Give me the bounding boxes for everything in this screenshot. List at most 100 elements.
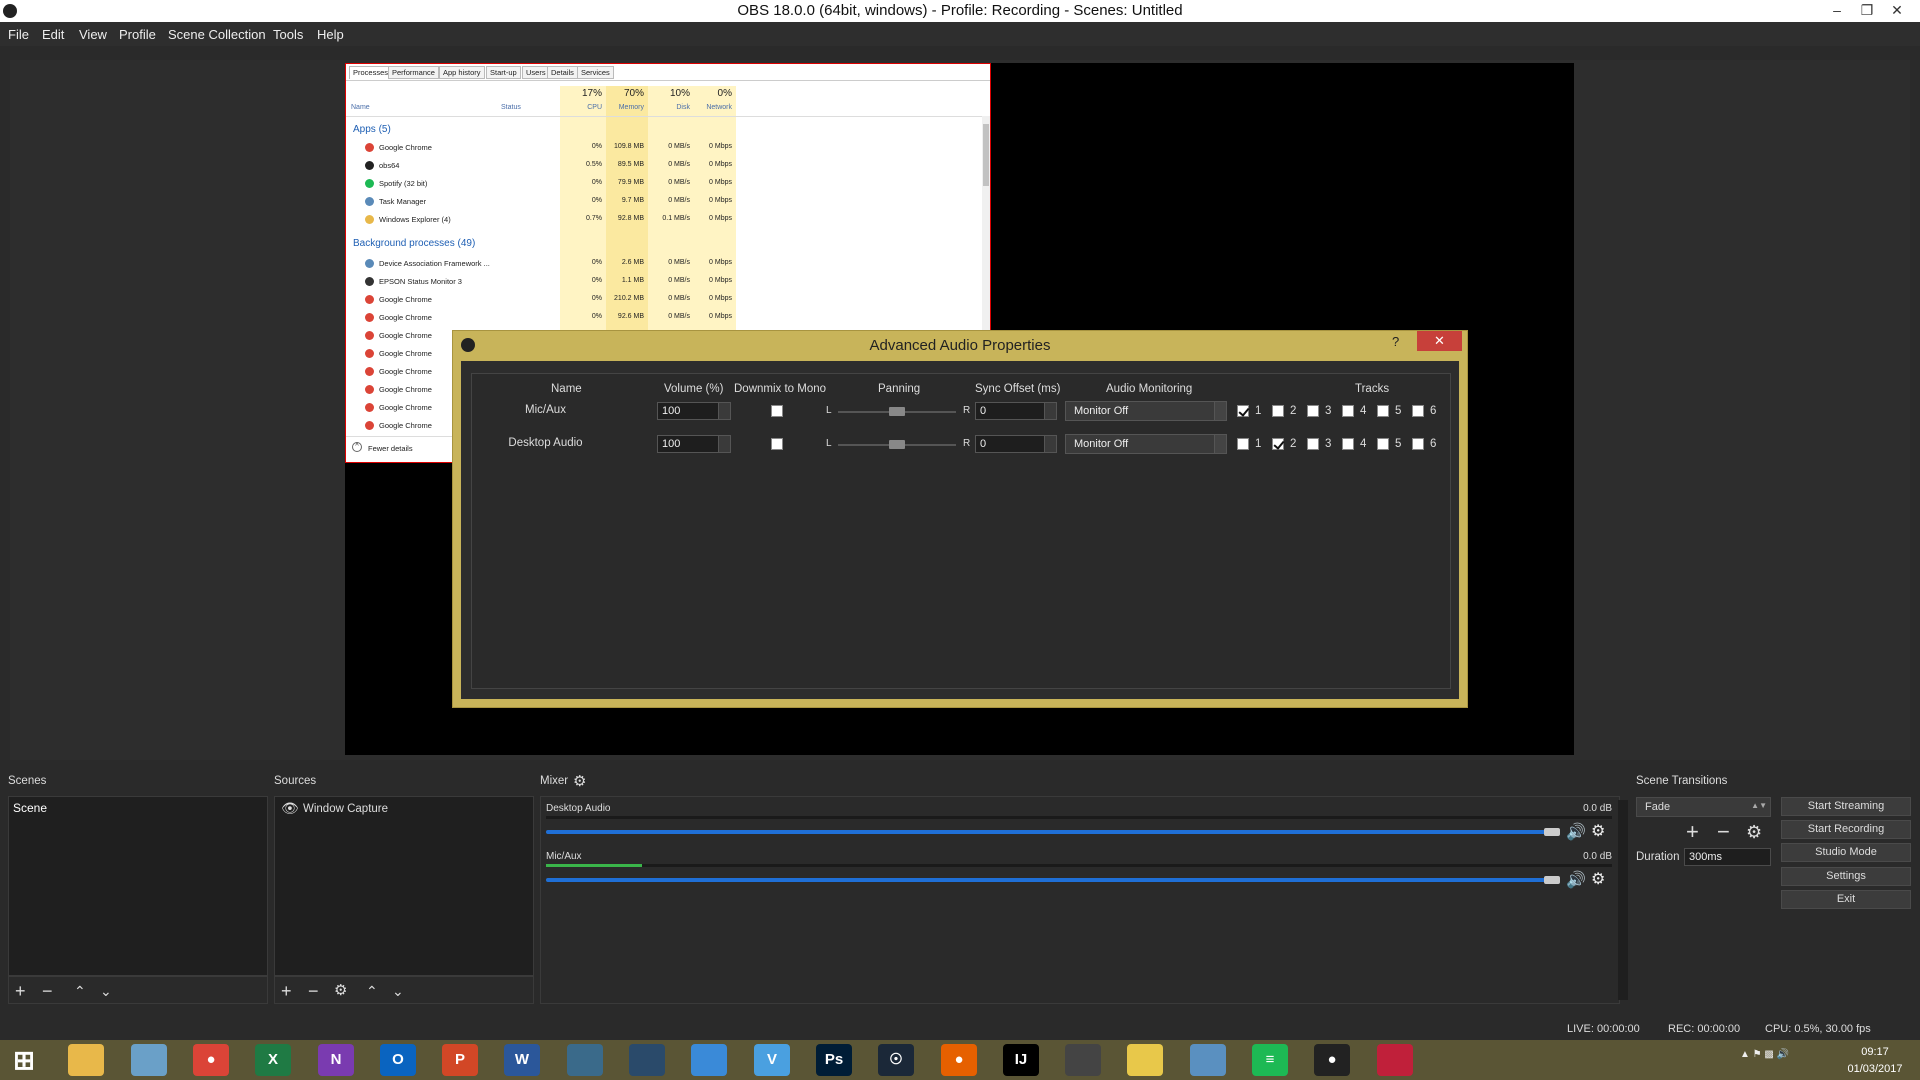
- menu-view[interactable]: View: [79, 27, 107, 42]
- taskbar-outlook-icon[interactable]: O: [380, 1044, 416, 1076]
- remove-scene-button[interactable]: −: [42, 982, 53, 1000]
- sync-offset-spinbox[interactable]: 0: [975, 435, 1057, 453]
- audio-monitoring-select[interactable]: Monitor Off: [1065, 401, 1227, 421]
- mixer-volume-handle[interactable]: [1544, 876, 1560, 884]
- sync-offset-stepper-icon[interactable]: [1044, 403, 1056, 419]
- downmix-checkbox[interactable]: [771, 405, 783, 417]
- tm-process-row[interactable]: EPSON Status Monitor 3 0% 1.1 MB 0 MB/s 0 Mb…: [346, 273, 990, 290]
- clock-time[interactable]: 09:17: [1840, 1046, 1910, 1058]
- taskbar-file-explorer-icon[interactable]: [68, 1044, 104, 1076]
- menu-profile[interactable]: Profile: [119, 27, 156, 42]
- tm-process-row[interactable]: Google Chrome 0% 210.2 MB 0 MB/s 0 Mbps: [346, 291, 990, 308]
- mixer-volume-slider[interactable]: [546, 830, 1554, 834]
- tray-icons[interactable]: ▲ ⚑ ▩ 🔊: [1740, 1049, 1789, 1060]
- add-source-button[interactable]: +: [281, 982, 292, 1000]
- start-recording-button[interactable]: Start Recording: [1781, 820, 1911, 839]
- channel-settings-gear-icon[interactable]: ⚙: [1591, 869, 1605, 889]
- scene-item[interactable]: Scene: [13, 801, 47, 815]
- track-checkbox[interactable]: [1377, 405, 1389, 417]
- start-streaming-button[interactable]: Start Streaming: [1781, 797, 1911, 816]
- taskbar-onenote-icon[interactable]: N: [318, 1044, 354, 1076]
- close-button[interactable]: ✕: [1882, 0, 1912, 22]
- add-scene-button[interactable]: +: [15, 982, 26, 1000]
- track-checkbox[interactable]: [1377, 438, 1389, 450]
- taskbar-steam-icon[interactable]: ☉: [878, 1044, 914, 1076]
- taskbar-powerpoint-icon[interactable]: P: [442, 1044, 478, 1076]
- dialog-help-button[interactable]: ?: [1392, 334, 1399, 349]
- taskbar-chrome-icon[interactable]: ●: [193, 1044, 229, 1076]
- menu-file[interactable]: File: [8, 27, 29, 42]
- panning-slider-handle[interactable]: [889, 440, 905, 449]
- menu-tools[interactable]: Tools: [273, 27, 303, 42]
- tm-process-row[interactable]: Task Manager 0% 9.7 MB 0 MB/s 0 Mbps: [346, 193, 990, 210]
- audio-monitoring-select[interactable]: Monitor Off: [1065, 434, 1227, 454]
- transition-properties-gear-icon[interactable]: ⚙: [1746, 822, 1762, 842]
- volume-stepper-icon[interactable]: [718, 436, 730, 452]
- taskbar-app-monitor-icon[interactable]: [1190, 1044, 1226, 1076]
- track-checkbox[interactable]: [1307, 438, 1319, 450]
- taskbar-app-red-icon[interactable]: [1377, 1044, 1413, 1076]
- duration-input[interactable]: 300ms: [1684, 848, 1771, 866]
- taskbar-obs-icon[interactable]: ●: [1314, 1044, 1350, 1076]
- mixer-volume-slider[interactable]: [546, 878, 1554, 882]
- tm-process-row[interactable]: Spotify (32 bit) 0% 79.9 MB 0 MB/s 0 Mbps: [346, 175, 990, 192]
- taskbar-word-icon[interactable]: W: [504, 1044, 540, 1076]
- exit-button[interactable]: Exit: [1781, 890, 1911, 909]
- taskbar-app-misc-icon[interactable]: [567, 1044, 603, 1076]
- menu-help[interactable]: Help: [317, 27, 344, 42]
- source-properties-gear-icon[interactable]: ⚙: [334, 983, 347, 999]
- taskbar-spotify-icon[interactable]: ≡: [1252, 1044, 1288, 1076]
- tm-process-row[interactable]: Google Chrome 0% 109.8 MB 0 MB/s 0 Mbps: [346, 139, 990, 156]
- settings-button[interactable]: Settings: [1781, 867, 1911, 886]
- track-checkbox[interactable]: [1342, 438, 1354, 450]
- add-transition-button[interactable]: +: [1686, 821, 1699, 843]
- speaker-icon[interactable]: 🔊: [1566, 870, 1586, 890]
- taskbar-app-bird-icon[interactable]: [1065, 1044, 1101, 1076]
- taskbar-app-leaf-icon[interactable]: [1127, 1044, 1163, 1076]
- move-source-up-button[interactable]: ⌃: [366, 983, 378, 999]
- restore-button[interactable]: ❐: [1852, 0, 1882, 22]
- scenes-list[interactable]: Scene: [8, 796, 268, 976]
- speaker-icon[interactable]: 🔊: [1566, 822, 1586, 842]
- taskbar-excel-icon[interactable]: X: [255, 1044, 291, 1076]
- taskbar-paint-icon[interactable]: [131, 1044, 167, 1076]
- sources-list[interactable]: 👁 Window Capture: [274, 796, 534, 976]
- track-checkbox[interactable]: [1237, 405, 1249, 417]
- channel-settings-gear-icon[interactable]: ⚙: [1591, 821, 1605, 841]
- tm-process-row[interactable]: Windows Explorer (4) 0.7% 92.8 MB 0.1 MB/s 0…: [346, 211, 990, 228]
- menu-edit[interactable]: Edit: [42, 27, 64, 42]
- tm-process-row[interactable]: obs64 0.5% 89.5 MB 0 MB/s 0 Mbps: [346, 157, 990, 174]
- sync-offset-spinbox[interactable]: 0: [975, 402, 1057, 420]
- mixer-volume-handle[interactable]: [1544, 828, 1560, 836]
- clock-date[interactable]: 01/03/2017: [1840, 1063, 1910, 1075]
- source-item[interactable]: Window Capture: [303, 803, 388, 815]
- track-checkbox[interactable]: [1272, 405, 1284, 417]
- move-scene-up-button[interactable]: ⌃: [74, 983, 86, 999]
- move-scene-down-button[interactable]: ⌄: [100, 983, 112, 999]
- studio-mode-button[interactable]: Studio Mode: [1781, 843, 1911, 862]
- remove-source-button[interactable]: −: [308, 982, 319, 1000]
- volume-stepper-icon[interactable]: [718, 403, 730, 419]
- tm-process-row[interactable]: Device Association Framework ... 0% 2.6 MB…: [346, 255, 990, 272]
- taskbar-photoshop-icon[interactable]: Ps: [816, 1044, 852, 1076]
- track-checkbox[interactable]: [1342, 405, 1354, 417]
- taskbar-app-v-icon[interactable]: V: [754, 1044, 790, 1076]
- tm-process-row[interactable]: Google Chrome 0% 92.6 MB 0 MB/s 0 Mbps: [346, 309, 990, 326]
- track-checkbox[interactable]: [1412, 438, 1424, 450]
- transition-select[interactable]: Fade ▲▼: [1636, 797, 1771, 817]
- taskbar-app-tree-icon[interactable]: [629, 1044, 665, 1076]
- remove-transition-button[interactable]: −: [1717, 821, 1730, 843]
- dialog-close-button[interactable]: ✕: [1417, 331, 1462, 351]
- downmix-checkbox[interactable]: [771, 438, 783, 450]
- track-checkbox[interactable]: [1412, 405, 1424, 417]
- sync-offset-stepper-icon[interactable]: [1044, 436, 1056, 452]
- volume-spinbox[interactable]: 100: [657, 435, 731, 453]
- mixer-scrollbar[interactable]: [1618, 800, 1628, 1000]
- mixer-settings-gear-icon[interactable]: ⚙: [573, 772, 586, 790]
- taskbar-intellij-icon[interactable]: IJ: [1003, 1044, 1039, 1076]
- volume-spinbox[interactable]: 100: [657, 402, 731, 420]
- source-visibility-eye-icon[interactable]: 👁: [281, 800, 299, 817]
- minimize-button[interactable]: –: [1822, 0, 1852, 22]
- taskbar-firefox-icon[interactable]: ●: [941, 1044, 977, 1076]
- panning-slider-handle[interactable]: [889, 407, 905, 416]
